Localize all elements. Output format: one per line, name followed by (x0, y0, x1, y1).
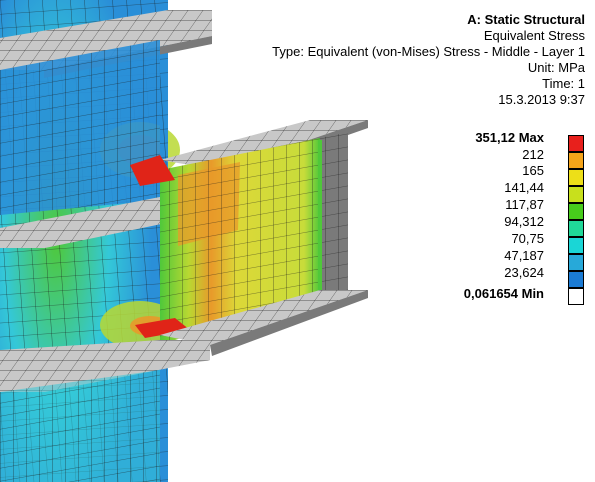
legend-swatch (568, 220, 584, 237)
legend-swatch (568, 288, 584, 305)
beam-end-plate (318, 132, 348, 300)
legend-swatch (568, 203, 584, 220)
result-name: Equivalent Stress (483, 28, 585, 43)
legend-swatch (568, 271, 584, 288)
legend-label: 141,44 (504, 180, 544, 195)
column-upper-flange (0, 40, 160, 215)
legend-label: 212 (522, 147, 544, 162)
result-date: 15.3.2013 9:37 (498, 92, 585, 107)
result-unit: Unit: MPa (527, 60, 585, 75)
result-time: Time: 1 (542, 76, 585, 91)
legend-label: 165 (522, 163, 544, 178)
legend-swatch (568, 254, 584, 271)
legend-swatch (568, 186, 584, 203)
legend-label: 70,75 (511, 231, 544, 246)
column-lower (0, 340, 210, 482)
analysis-title: A: Static Structural (467, 12, 585, 27)
legend-swatch (568, 169, 584, 186)
legend-label: 94,312 (504, 214, 544, 229)
legend-swatch (568, 152, 584, 169)
contour-legend[interactable]: 351,12 Max 212 165 141,44 117,87 94,312 … (458, 126, 588, 306)
legend-max-label: 351,12 Max (475, 130, 544, 145)
legend-label: 47,187 (504, 248, 544, 263)
legend-swatch (568, 237, 584, 254)
result-header: A: Static Structural Equivalent Stress T… (272, 12, 585, 108)
legend-label: 117,87 (505, 197, 544, 212)
result-type: Type: Equivalent (von-Mises) Stress - Mi… (272, 44, 585, 59)
legend-min-label: 0,061654 Min (463, 286, 544, 301)
legend-swatch (568, 135, 584, 152)
legend-label: 23,624 (504, 265, 544, 280)
